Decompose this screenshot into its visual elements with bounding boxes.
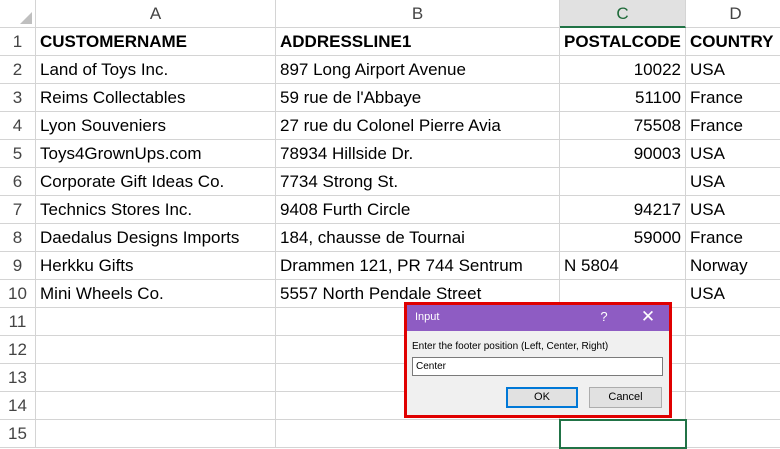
cell-a1[interactable]: CUSTOMERNAME — [36, 28, 276, 56]
row-header-2[interactable]: 2 — [0, 56, 36, 84]
input-dialog: Input ? ✕ Enter the footer position (Lef… — [407, 305, 669, 415]
cell-d15[interactable] — [686, 420, 780, 448]
cell-a2[interactable]: Land of Toys Inc. — [36, 56, 276, 84]
cell-d10[interactable]: USA — [686, 280, 780, 308]
column-header-a[interactable]: A — [36, 0, 276, 28]
cell-a11[interactable] — [36, 308, 276, 336]
cell-d14[interactable] — [686, 392, 780, 420]
cancel-button[interactable]: Cancel — [589, 387, 662, 408]
cell-d13[interactable] — [686, 364, 780, 392]
cell-a14[interactable] — [36, 392, 276, 420]
cell-a5[interactable]: Toys4GrownUps.com — [36, 140, 276, 168]
cell-d11[interactable] — [686, 308, 780, 336]
select-all-corner[interactable] — [0, 0, 36, 28]
dialog-title: Input — [415, 311, 440, 323]
cell-d4[interactable]: France — [686, 112, 780, 140]
cell-c3[interactable]: 51100 — [560, 84, 686, 112]
dialog-title-bar[interactable]: Input ? ✕ — [407, 305, 669, 331]
row-header-1[interactable]: 1 — [0, 28, 36, 56]
cell-b2[interactable]: 897 Long Airport Avenue — [276, 56, 560, 84]
cell-d7[interactable]: USA — [686, 196, 780, 224]
row-header-6[interactable]: 6 — [0, 168, 36, 196]
cell-d2[interactable]: USA — [686, 56, 780, 84]
dialog-prompt: Enter the footer position (Left, Center,… — [412, 341, 609, 352]
cell-c8[interactable]: 59000 — [560, 224, 686, 252]
cell-a7[interactable]: Technics Stores Inc. — [36, 196, 276, 224]
row-header-14[interactable]: 14 — [0, 392, 36, 420]
row-header-13[interactable]: 13 — [0, 364, 36, 392]
cell-b9[interactable]: Drammen 121, PR 744 Sentrum — [276, 252, 560, 280]
cell-a10[interactable]: Mini Wheels Co. — [36, 280, 276, 308]
cell-d8[interactable]: France — [686, 224, 780, 252]
help-icon[interactable]: ? — [597, 309, 611, 324]
cell-b4[interactable]: 27 rue du Colonel Pierre Avia — [276, 112, 560, 140]
cell-b7[interactable]: 9408 Furth Circle — [276, 196, 560, 224]
cell-b3[interactable]: 59 rue de l'Abbaye — [276, 84, 560, 112]
cell-a3[interactable]: Reims Collectables — [36, 84, 276, 112]
row-header-11[interactable]: 11 — [0, 308, 36, 336]
cell-c9[interactable]: N 5804 — [560, 252, 686, 280]
cell-d12[interactable] — [686, 336, 780, 364]
close-icon[interactable]: ✕ — [637, 306, 659, 328]
row-header-10[interactable]: 10 — [0, 280, 36, 308]
cell-a6[interactable]: Corporate Gift Ideas Co. — [36, 168, 276, 196]
cell-b5[interactable]: 78934 Hillside Dr. — [276, 140, 560, 168]
row-header-5[interactable]: 5 — [0, 140, 36, 168]
cell-d3[interactable]: France — [686, 84, 780, 112]
column-header-d[interactable]: D — [686, 0, 780, 28]
cell-a12[interactable] — [36, 336, 276, 364]
row-header-7[interactable]: 7 — [0, 196, 36, 224]
row-header-12[interactable]: 12 — [0, 336, 36, 364]
column-header-b[interactable]: B — [276, 0, 560, 28]
row-header-8[interactable]: 8 — [0, 224, 36, 252]
select-all-triangle-icon — [20, 12, 32, 24]
cell-c7[interactable]: 94217 — [560, 196, 686, 224]
row-header-15[interactable]: 15 — [0, 420, 36, 448]
cell-c1[interactable]: POSTALCODE — [560, 28, 686, 56]
row-header-9[interactable]: 9 — [0, 252, 36, 280]
cell-a15[interactable] — [36, 420, 276, 448]
row-header-4[interactable]: 4 — [0, 112, 36, 140]
cell-b15[interactable] — [276, 420, 560, 448]
cell-a9[interactable]: Herkku Gifts — [36, 252, 276, 280]
cell-c5[interactable]: 90003 — [560, 140, 686, 168]
cell-c6[interactable] — [560, 168, 686, 196]
row-header-3[interactable]: 3 — [0, 84, 36, 112]
cell-b6[interactable]: 7734 Strong St. — [276, 168, 560, 196]
cell-b8[interactable]: 184, chausse de Tournai — [276, 224, 560, 252]
cell-d9[interactable]: Norway — [686, 252, 780, 280]
cell-c2[interactable]: 10022 — [560, 56, 686, 84]
cell-a8[interactable]: Daedalus Designs Imports — [36, 224, 276, 252]
cell-c4[interactable]: 75508 — [560, 112, 686, 140]
cell-d5[interactable]: USA — [686, 140, 780, 168]
ok-button[interactable]: OK — [506, 387, 578, 408]
cell-a4[interactable]: Lyon Souveniers — [36, 112, 276, 140]
column-header-c[interactable]: C — [560, 0, 686, 28]
cell-a13[interactable] — [36, 364, 276, 392]
cell-d6[interactable]: USA — [686, 168, 780, 196]
active-cell-selection — [559, 419, 687, 449]
cell-b1[interactable]: ADDRESSLINE1 — [276, 28, 560, 56]
cell-d1[interactable]: COUNTRY — [686, 28, 780, 56]
footer-position-input[interactable] — [412, 357, 663, 376]
